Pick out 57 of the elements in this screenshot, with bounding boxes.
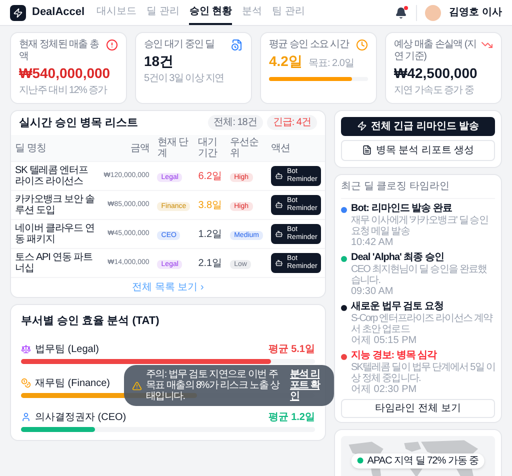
urgent-reminder-button[interactable]: 전체 긴급 리마인드 발송 bbox=[341, 116, 495, 136]
kpi-note: 지난주 대비 12% 증가 bbox=[19, 84, 108, 96]
event-title: Deal 'Alpha' 최종 승인 bbox=[351, 252, 445, 264]
deal-name: 토스 API 연동 파트너십 bbox=[11, 248, 100, 277]
event-time: 10:42 AM bbox=[351, 236, 394, 248]
event-description: S-Corp 엔터프라이즈 라이선스 계약서 초안 업로드 bbox=[351, 312, 494, 334]
department-label: 재무팀 (Finance) bbox=[35, 376, 110, 390]
kpi-target: 목표: 2.0일 bbox=[308, 57, 354, 71]
event-title: Bot: 리마인드 발송 완료 bbox=[351, 202, 453, 214]
toast-message: 주의: 법무 검토 지연으로 이번 주 목표 매출의 8%가 리스크 노출 상태입니다. bbox=[146, 369, 281, 402]
department-label: 의사결정권자 (CEO) bbox=[35, 410, 126, 424]
kpi-value: ₩540,000,000 bbox=[19, 65, 110, 82]
card-title: 실시간 승인 병목 리스트 bbox=[19, 116, 138, 130]
column-header: 대기 기간 bbox=[194, 135, 226, 162]
event-time: 어제 05:15 PM bbox=[351, 334, 418, 346]
wait-time: 6.2일 bbox=[194, 162, 226, 190]
nav-tab[interactable]: 승인 현황 bbox=[189, 0, 232, 25]
brand-name: DealAccel bbox=[32, 5, 85, 20]
deal-name: SK 텔레콤 엔터프라이즈 라이선스 bbox=[11, 162, 100, 190]
kpi-value: 18건 bbox=[144, 53, 174, 70]
department-label: 법무팀 (Legal) bbox=[35, 342, 99, 356]
count-badge: 전체: 18건 bbox=[208, 115, 263, 130]
event-time: 09:30 AM bbox=[351, 286, 394, 296]
column-header: 우선순위 bbox=[226, 135, 267, 162]
kpi-value: 4.2일 bbox=[269, 53, 302, 70]
event-description: 재무 이사에게 '카카오뱅크' 딜 승인 요청 메일 발송 bbox=[351, 214, 489, 236]
kpi-label: 승인 대기 중인 딜 bbox=[144, 39, 214, 51]
deal-name: 네이버 클라우드 연동 패키지 bbox=[11, 220, 100, 248]
card-title: 최근 딜 클로징 타임라인 bbox=[341, 180, 450, 194]
deal-name: 카카오뱅크 보안 솔루션 도입 bbox=[11, 190, 100, 220]
timeline-button[interactable]: 타임라인 전체 보기 bbox=[341, 398, 495, 418]
kpi-note: 지연 가속도 증가 중 bbox=[394, 84, 475, 96]
wait-time: 2.1일 bbox=[194, 248, 226, 277]
region-badge: APAC 지역 딜 72% 가동 중 bbox=[351, 453, 485, 468]
report-button[interactable]: 병목 분석 리포트 생성 bbox=[341, 140, 495, 160]
wait-time: 1.2일 bbox=[194, 220, 226, 248]
column-header: 딜 명칭 bbox=[11, 135, 100, 162]
kpi-note: 5건이 3일 이상 지연 bbox=[144, 72, 225, 84]
report-link[interactable]: 분석 리포트 확인 bbox=[290, 369, 326, 402]
column-header: 현재 단계 bbox=[153, 135, 194, 162]
event-title: 지능 경보: 병목 심각 bbox=[351, 350, 438, 362]
count-badge: 긴급: 4건 bbox=[266, 115, 317, 130]
kpi-label: 현재 정체된 매출 총액 bbox=[19, 39, 100, 63]
kpi-label: 예상 매출 손실액 (지연 기준) bbox=[394, 39, 477, 63]
event-title: 새로운 법무 검토 요청 bbox=[351, 300, 444, 312]
kpi-label: 평균 승인 소요 시간 bbox=[269, 39, 349, 51]
column-header: 액션 bbox=[267, 135, 325, 162]
average-reading: 평균 5.1일 bbox=[268, 342, 315, 356]
average-reading: 평균 1.2일 bbox=[268, 410, 315, 424]
column-header: 금액 bbox=[100, 135, 154, 162]
event-description: CEO 최지현님이 딜 승인을 완료했습니다. bbox=[351, 264, 488, 286]
user-name[interactable]: 김영호 이사 bbox=[449, 5, 502, 20]
wait-time: 3.8일 bbox=[194, 190, 226, 220]
event-description: SK텔레콤 딜이 법무 단계에서 5일 이상 정체 중입니다. bbox=[351, 362, 495, 384]
card-title: 부서별 승인 효율 분석 (TAT) bbox=[21, 314, 160, 329]
event-time: 어제 02:30 PM bbox=[351, 384, 418, 394]
kpi-value: ₩42,500,000 bbox=[394, 65, 478, 82]
